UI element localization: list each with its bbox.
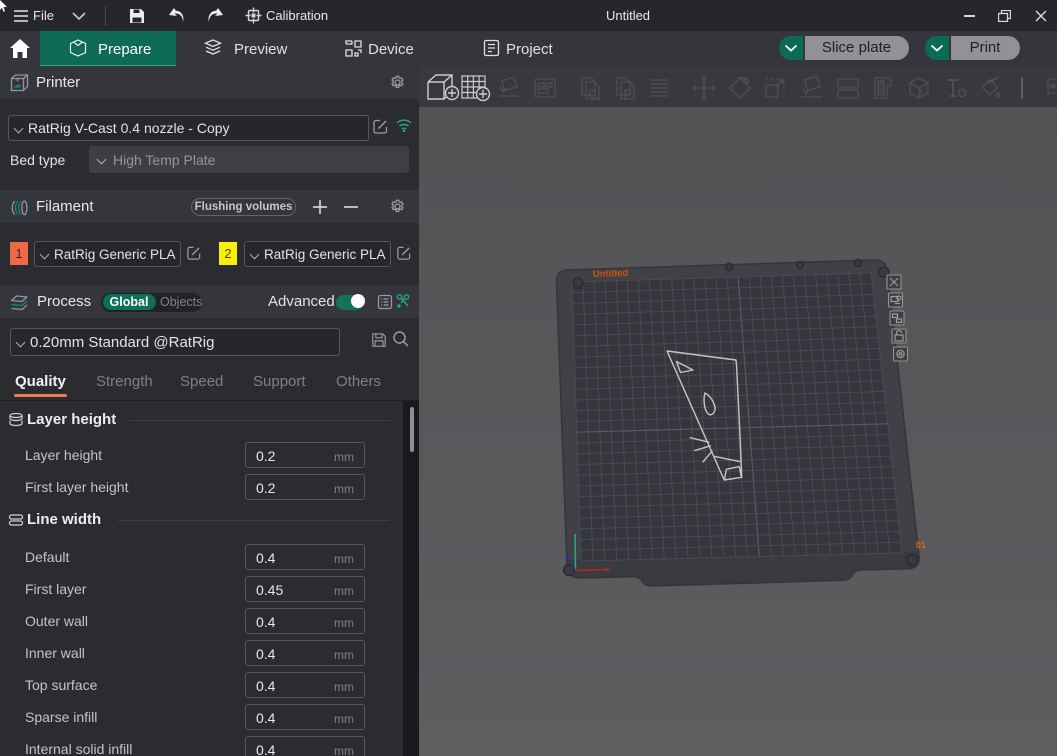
svg-text:01: 01 xyxy=(916,540,926,550)
svg-text:Untitled: Untitled xyxy=(593,268,629,280)
